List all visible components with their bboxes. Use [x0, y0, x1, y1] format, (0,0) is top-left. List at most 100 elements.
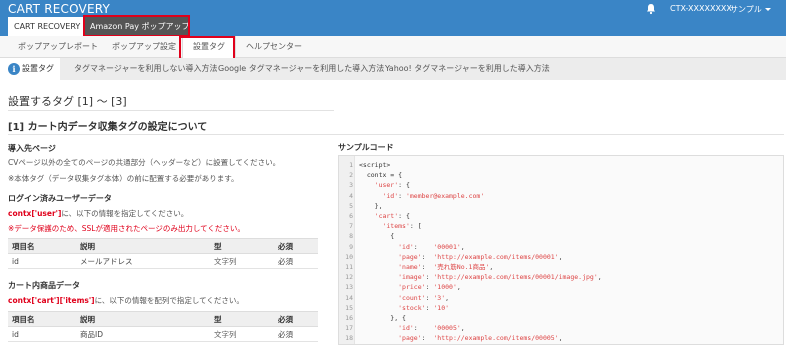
install-page-text: CVページ以外の全てのページの共通部分（ヘッダーなど）に設置してください。	[8, 158, 281, 167]
col-name: 項目名	[8, 311, 76, 327]
divider	[8, 134, 784, 135]
code-text: 'id': '00001',	[398, 242, 465, 251]
col-desc: 説明	[76, 238, 210, 254]
col-desc: 説明	[76, 311, 210, 327]
code-text: 'stock': '10'	[398, 303, 450, 312]
table-row: id 商品ID 文字列 必須	[8, 326, 318, 342]
code-text: contx = {	[359, 171, 403, 180]
cart-data-var: contx['cart']['items']	[8, 296, 95, 305]
sub-nav-popup-report[interactable]: ポップアップレポート	[18, 36, 98, 58]
cell-type: 文字列	[210, 326, 274, 342]
user-data-var: contx['user']	[8, 209, 62, 218]
cell-desc: 商品ID	[76, 326, 210, 342]
table-row: id メールアドレス 文字列 必須	[8, 253, 318, 269]
code-text: 'cart': {	[374, 212, 410, 220]
code-line: 7 'items': [	[339, 221, 422, 231]
line-number: 13	[345, 283, 353, 292]
user-data-instruction: contx['user']に、以下の情報を指定してください。	[8, 208, 188, 219]
code-line: 12 'image': 'http://example.com/items/00…	[339, 272, 602, 282]
code-text: }, {	[359, 314, 406, 322]
col-required: 必須	[274, 311, 318, 327]
tag-tab-install[interactable]: i 設置タグ	[0, 58, 60, 80]
user-data-instruction-text: に、以下の情報を指定してください。	[61, 209, 189, 218]
code-text: 'price': '1000',	[398, 283, 461, 292]
tag-tabs: i 設置タグ タグマネージャーを利用しない導入方法 Google タグマネージャ…	[0, 58, 786, 80]
code-line: 1 <script>	[339, 160, 390, 170]
code-text: },	[359, 201, 383, 210]
cart-data-title: カート内商品データ	[8, 281, 80, 290]
line-number: 11	[345, 263, 353, 271]
tag-tab-yahoo[interactable]: Yahoo! タグマネージャーを利用した導入方法	[385, 58, 550, 80]
bell-icon[interactable]	[645, 3, 657, 15]
install-page-title: 導入先ページ	[8, 144, 56, 153]
code-line: 18 'page': 'http://example.com/items/000…	[339, 333, 562, 343]
cell-required: 必須	[274, 326, 318, 342]
cell-desc: メールアドレス	[76, 253, 210, 269]
code-line: 6 'cart': {	[339, 211, 410, 221]
code-line: 5 },	[339, 201, 382, 211]
line-number: 5	[349, 201, 353, 210]
col-name: 項目名	[8, 238, 76, 254]
code-line: 16 }, {	[339, 313, 406, 323]
page-title: 設置するタグ [1] 〜 [3]	[8, 95, 127, 108]
line-number: 9	[349, 242, 353, 251]
line-number: 4	[349, 191, 353, 200]
sub-nav-popup-settings[interactable]: ポップアップ設定	[112, 36, 176, 58]
line-number: 2	[349, 171, 353, 180]
line-number: 3	[349, 181, 353, 190]
table-header-row: 項目名 説明 型 必須	[8, 238, 318, 254]
code-text: <script>	[359, 161, 391, 169]
code-line: 4 'id': 'member@example.com'	[339, 191, 484, 201]
code-text: 'image': 'http://example.com/items/00001…	[398, 273, 602, 282]
divider	[8, 110, 334, 111]
code-line: 10 'page': 'http://example.com/items/000…	[339, 252, 563, 262]
sub-nav-help-center[interactable]: ヘルプセンター	[246, 36, 302, 58]
code-line: 15 'stock': '10'	[339, 303, 449, 313]
code-text: {	[359, 232, 395, 241]
app-title[interactable]: CART RECOVERY	[8, 2, 110, 16]
cell-name: id	[8, 253, 76, 269]
sample-code-block[interactable]: 1 <script> 2 contx = {3 'user': {4 'id': '…	[338, 155, 784, 345]
col-type: 型	[210, 238, 274, 254]
code-text: 'count': '3',	[398, 293, 450, 302]
caret-down-icon	[764, 8, 771, 11]
tag-tab-google[interactable]: Google タグマネージャーを利用した導入方法	[218, 58, 384, 80]
highlight-box-amazon-pay	[83, 15, 190, 37]
code-text: 'id': 'member@example.com'	[382, 191, 485, 200]
tag-tab-install-label: 設置タグ	[22, 64, 54, 73]
table-header-row: 項目名 説明 型 必須	[8, 311, 318, 327]
col-type: 型	[210, 311, 274, 327]
line-number: 1	[349, 161, 353, 169]
line-number: 8	[349, 232, 353, 241]
code-line: 8 {	[339, 231, 394, 241]
cart-data-table: 項目名 説明 型 必須 id 商品ID 文字列 必須	[8, 311, 318, 342]
line-number: 10	[345, 252, 353, 261]
line-number: 18	[345, 334, 353, 343]
code-text: 'id': '00005',	[398, 324, 465, 333]
user-menu-label: サンプル	[730, 5, 762, 14]
tag-tab-no-manager[interactable]: タグマネージャーを利用しない導入方法	[74, 58, 217, 80]
line-number: 16	[345, 314, 353, 322]
line-number: 12	[345, 273, 353, 282]
code-line: 2 contx = {	[339, 170, 402, 180]
line-number: 17	[345, 324, 353, 333]
user-data-table: 項目名 説明 型 必須 id メールアドレス 文字列 必須	[8, 238, 318, 269]
code-text: 'page': 'http://example.com/items/00001'…	[398, 252, 563, 261]
code-text: 'name': '売れ筋No.1商品',	[398, 263, 494, 271]
ssl-warning: ※データ保護のため、SSLが適用されたページのみ出力してください。	[8, 224, 245, 233]
cell-name: id	[8, 326, 76, 342]
line-number: 15	[345, 303, 353, 312]
user-menu[interactable]: サンプル	[730, 4, 771, 15]
info-icon: i	[8, 63, 20, 75]
install-page-note: ※本体タグ（データ収集タグ本体）の前に配置する必要があります。	[8, 174, 239, 183]
sub-nav: ポップアップレポート ポップアップ設定 設置タグ ヘルプセンター	[0, 36, 786, 59]
cell-type: 文字列	[210, 253, 274, 269]
tab-cart-recovery[interactable]: CART RECOVERY	[8, 17, 84, 36]
code-line: 14 'count': '3',	[339, 293, 449, 303]
code-line: 11 'name': '売れ筋No.1商品',	[339, 262, 493, 272]
cart-data-instruction-text: に、以下の情報を配列で指定してください。	[94, 296, 244, 305]
section-title: [1] カート内データ収集タグの設定について	[8, 122, 208, 133]
line-number: 6	[349, 212, 353, 220]
sample-code-title: サンプルコード	[338, 143, 394, 152]
cell-required: 必須	[274, 253, 318, 269]
